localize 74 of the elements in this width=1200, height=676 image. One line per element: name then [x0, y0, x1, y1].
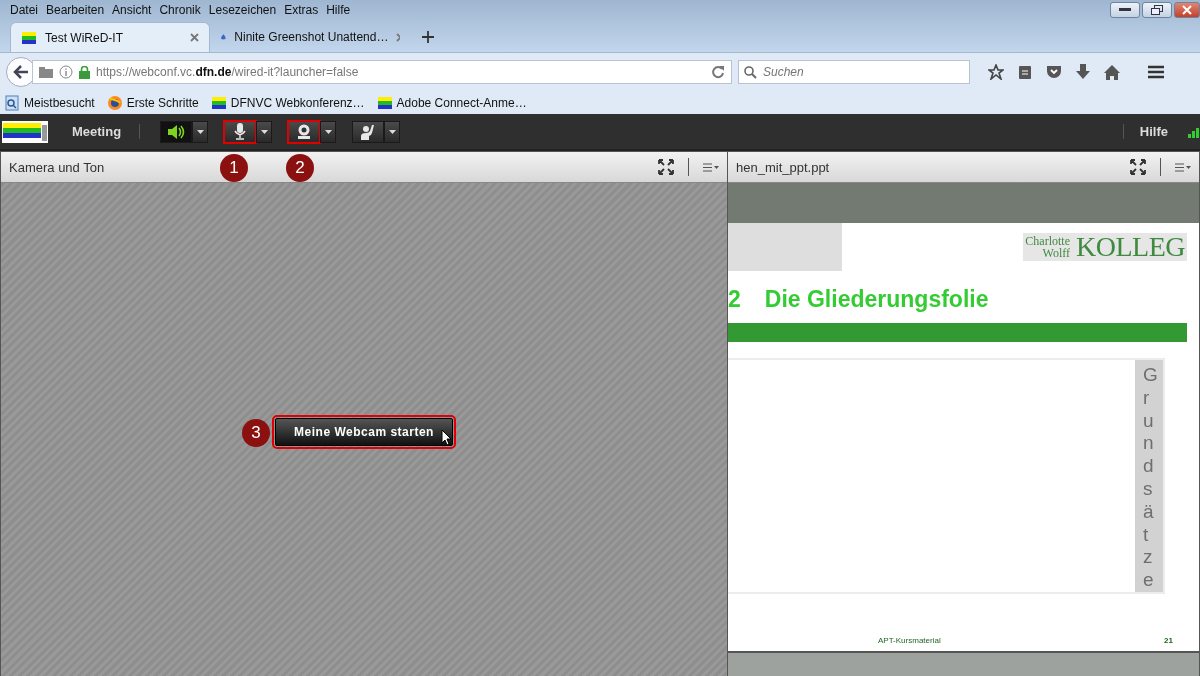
bookmark[interactable]: Erste Schritte [106, 94, 199, 111]
dropdown-button[interactable] [256, 120, 273, 143]
bookmark[interactable]: Adobe Connect-Anme… [376, 95, 527, 110]
dropdown-button[interactable] [384, 120, 401, 143]
logo-icon [2, 120, 48, 143]
restore-button[interactable] [1142, 2, 1172, 18]
plus-icon[interactable] [422, 31, 434, 43]
toolbar-button[interactable] [160, 120, 193, 143]
close-button[interactable] [1174, 2, 1200, 18]
toolbar-button[interactable] [288, 120, 321, 143]
caret-icon [196, 129, 204, 134]
fullscreen-icon[interactable] [1130, 159, 1146, 175]
menu-item[interactable]: Lesezeichen [204, 2, 281, 17]
meeting-menu[interactable]: Meeting [72, 124, 141, 139]
caret-icon [388, 129, 396, 134]
page-icon [4, 94, 20, 111]
flag-icon [210, 95, 227, 110]
pod-title: hen_mit_ppt.ppt [736, 159, 830, 175]
restore-icon [1151, 5, 1163, 15]
page-number: 21 [1164, 636, 1173, 645]
toolbar-button[interactable] [224, 120, 257, 143]
help-menu[interactable]: Hilfe [1122, 124, 1168, 139]
minimize-icon [1119, 8, 1131, 12]
menu-item[interactable]: Extras [280, 2, 323, 17]
flag-icon [376, 95, 393, 110]
slide-footer: APT-Kursmaterial [878, 636, 941, 645]
dropdown-button[interactable] [320, 120, 337, 143]
menu-icon[interactable] [1148, 65, 1164, 79]
bookmark[interactable]: DFNVC Webkonferenz… [210, 95, 365, 110]
tab-title: Test WiReD-IT [45, 30, 124, 45]
webcam-icon [296, 123, 313, 140]
url-text: https://webconf.vc.dfn.de/wired-it?launcher=false [96, 65, 360, 79]
search-field[interactable]: Suchen [738, 60, 970, 84]
caret-icon [260, 129, 268, 134]
toolbar-button[interactable] [352, 120, 385, 143]
minimize-button[interactable] [1110, 2, 1140, 18]
browser-tab[interactable]: Ninite Greenshot Unattend… [210, 22, 410, 52]
menu-item[interactable]: Bearbeiten [42, 2, 109, 17]
caret-icon [324, 129, 332, 134]
start-webcam-button[interactable]: Meine Webcam starten [275, 417, 453, 446]
folder-icon [39, 66, 53, 78]
clipboard-icon[interactable] [1018, 64, 1032, 80]
pod-title: Kamera und Ton [9, 159, 105, 175]
cursor-icon [440, 429, 453, 446]
fullscreen-icon[interactable] [658, 159, 674, 175]
flag-icon [21, 30, 37, 45]
logo-small-text: Charlotte Wolff [1025, 235, 1070, 259]
lock-icon [79, 65, 90, 79]
menu-item[interactable]: Chronik [155, 2, 205, 17]
speaker-icon [167, 123, 186, 140]
microphone-icon [234, 123, 247, 140]
tab-title: Ninite Greenshot Unattend… [234, 30, 389, 44]
browser-tab[interactable]: Test WiReD-IT [10, 22, 210, 52]
bookmark[interactable]: Meistbesucht [4, 94, 95, 111]
slide-heading: Die Gliederungsfolie [764, 285, 989, 313]
dropdown-button[interactable] [192, 120, 209, 143]
address-field[interactable]: https://webconf.vc.dfn.de/wired-it?launcher=false [32, 60, 732, 84]
back-arrow-icon [13, 65, 29, 79]
menu-item[interactable]: Hilfe [322, 2, 355, 17]
pod-menu-icon[interactable] [1175, 162, 1191, 172]
reload-icon[interactable] [711, 65, 725, 79]
menu-item[interactable]: Ansicht [108, 2, 156, 17]
info-icon[interactable] [59, 65, 73, 79]
globe-icon [106, 94, 123, 111]
download-icon[interactable] [1076, 64, 1090, 80]
menu-item[interactable]: Datei [6, 2, 42, 17]
signal-icon [1188, 125, 1200, 138]
pod-menu-icon[interactable] [703, 162, 719, 172]
home-icon[interactable] [1104, 64, 1120, 80]
side-label: Grundsätze [1135, 360, 1163, 592]
logo-text: KOLLEG [1076, 233, 1185, 261]
pocket-icon[interactable] [1046, 65, 1062, 79]
star-icon[interactable] [988, 64, 1004, 80]
heading-number: 2 [728, 285, 741, 313]
